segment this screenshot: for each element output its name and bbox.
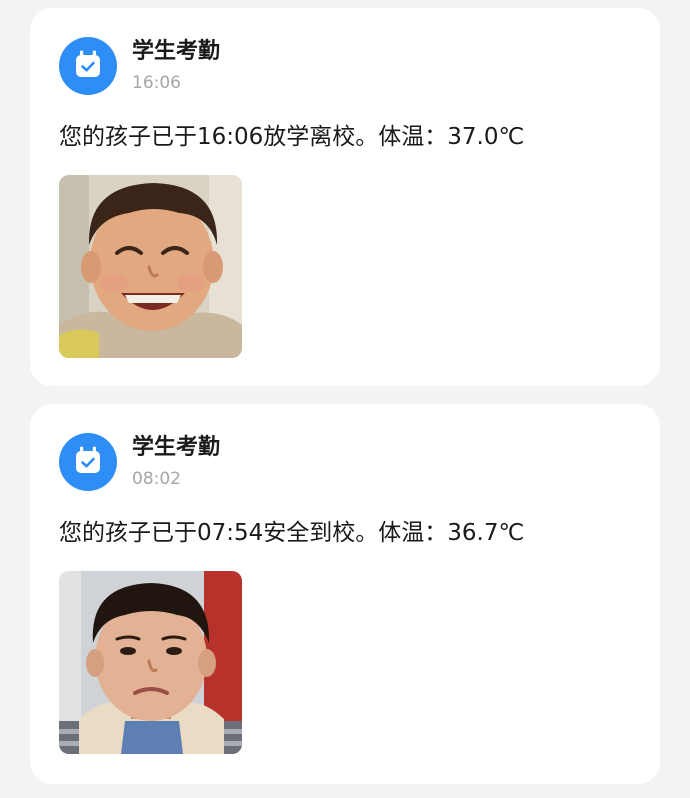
message-time: 08:02: [132, 469, 181, 489]
student-photo[interactable]: [59, 175, 242, 358]
message-time: 16:06: [132, 73, 181, 93]
attendance-message-card[interactable]: 学生考勤 08:02 您的孩子已于07:54安全到校。体温：36.7℃: [30, 404, 660, 784]
attendance-message-card[interactable]: 学生考勤 16:06 您的孩子已于16:06放学离校。体温：37.0℃: [30, 8, 660, 386]
app-name: 学生考勤: [132, 39, 221, 64]
app-name: 学生考勤: [132, 435, 221, 460]
calendar-check-icon: [59, 37, 117, 95]
message-text: 您的孩子已于16:06放学离校。体温：37.0℃: [59, 124, 525, 150]
message-text: 您的孩子已于07:54安全到校。体温：36.7℃: [59, 520, 525, 546]
attendance-message-feed: 学生考勤 16:06 您的孩子已于16:06放学离校。体温：37.0℃ 学生考勤…: [0, 0, 690, 798]
student-photo[interactable]: [59, 571, 242, 754]
calendar-check-icon: [59, 433, 117, 491]
